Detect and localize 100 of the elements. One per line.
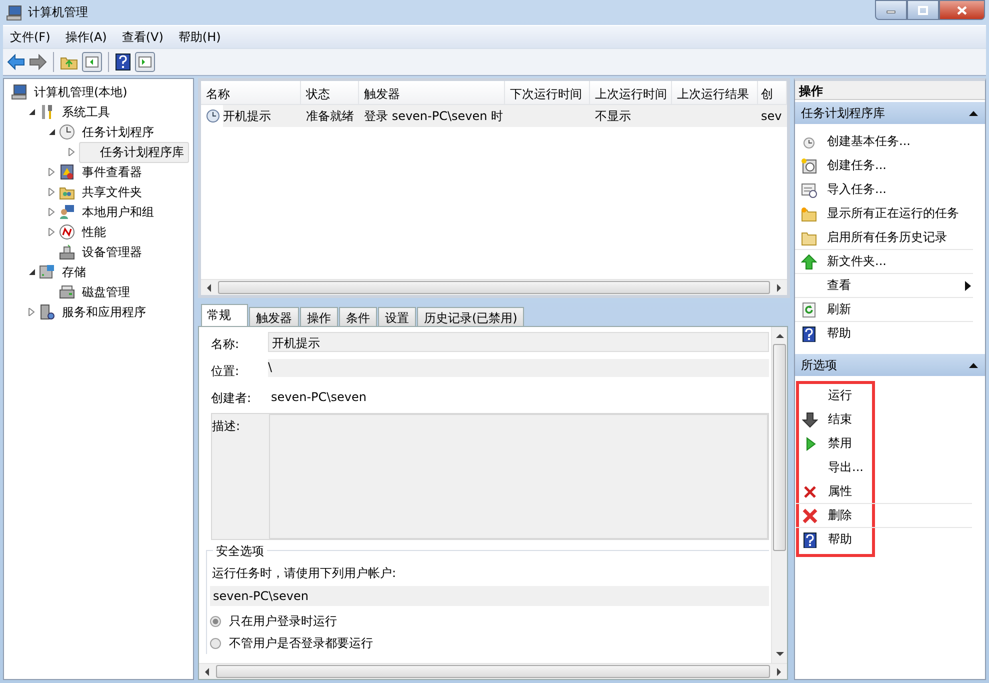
collapse-arrow-icon[interactable] xyxy=(28,268,36,276)
tree-item[interactable]: 磁盘管理 xyxy=(78,282,134,302)
close-button[interactable] xyxy=(939,0,985,20)
expand-arrow-icon[interactable] xyxy=(48,228,56,236)
tab[interactable]: 设置 xyxy=(378,307,416,326)
tools-icon xyxy=(39,104,55,120)
action-item[interactable]: 显示所有正在运行的任务 xyxy=(795,202,973,226)
horizontal-scrollbar[interactable] xyxy=(201,279,787,295)
tab[interactable]: 条件 xyxy=(339,307,377,326)
radio-button[interactable] xyxy=(210,638,221,648)
tree-item[interactable]: 系统工具 xyxy=(58,102,114,122)
tree-item[interactable]: 服务和应用程序 xyxy=(58,302,150,322)
expand-arrow-icon[interactable] xyxy=(48,208,56,216)
column-header[interactable]: 状态 xyxy=(301,81,359,104)
refresh-icon xyxy=(801,302,817,318)
field-value: seven-PC\seven xyxy=(270,389,368,404)
tree-item[interactable]: 设备管理器 xyxy=(78,242,146,262)
tree-item[interactable]: 性能 xyxy=(78,222,110,242)
column-header[interactable]: 上次运行时间 xyxy=(590,81,672,104)
scroll-right-icon xyxy=(776,284,782,292)
tree-item[interactable]: 计算机管理(本地) xyxy=(30,82,132,102)
menu-item[interactable]: 查看(V) xyxy=(114,26,170,48)
column-header[interactable]: 下次运行时间 xyxy=(505,81,590,104)
horizontal-scrollbar[interactable] xyxy=(199,663,787,679)
table-cell: 开机提示 xyxy=(223,108,271,124)
action-item[interactable]: 帮助 xyxy=(795,322,973,346)
collapse-arrow-icon[interactable] xyxy=(28,108,36,116)
action-item[interactable]: 结束 xyxy=(796,408,972,432)
menu-item[interactable]: 帮助(H) xyxy=(171,26,228,48)
action-item[interactable]: 新文件夹... xyxy=(795,250,973,274)
section-header[interactable]: 所选项 xyxy=(795,354,985,376)
action-item[interactable]: 禁用 xyxy=(796,432,972,456)
radio-button[interactable] xyxy=(210,616,221,626)
tab[interactable]: 历史记录(已禁用) xyxy=(417,307,524,326)
vertical-scrollbar[interactable] xyxy=(771,327,787,663)
tree-item[interactable]: 存储 xyxy=(58,262,90,282)
section-header[interactable]: 任务计划程序库 xyxy=(795,102,985,124)
action-item[interactable]: 启用所有任务历史记录 xyxy=(795,226,973,250)
action-item[interactable]: 刷新 xyxy=(795,298,973,322)
section-title: 所选项 xyxy=(801,356,837,374)
name-field[interactable]: 开机提示 xyxy=(268,332,769,352)
menu-item[interactable]: 文件(F) xyxy=(3,26,58,48)
folder-icon xyxy=(801,230,817,246)
account-field: seven-PC\seven xyxy=(210,586,769,606)
tab[interactable]: 触发器 xyxy=(249,307,299,326)
computer-icon xyxy=(6,4,22,20)
column-header[interactable]: 创 xyxy=(758,81,787,104)
section-title: 任务计划程序库 xyxy=(801,104,885,122)
forward-arrow-icon[interactable] xyxy=(29,54,47,70)
window-title: 计算机管理 xyxy=(28,4,88,21)
scroll-left-icon xyxy=(206,284,212,292)
minimize-button[interactable] xyxy=(875,0,907,20)
action-item[interactable]: 运行 xyxy=(796,384,972,408)
collapse-arrow-icon[interactable] xyxy=(48,128,56,136)
column-header[interactable]: 触发器 xyxy=(359,81,505,104)
show-panel-icon[interactable] xyxy=(82,52,102,72)
event-log-icon xyxy=(59,164,75,180)
users-icon xyxy=(59,204,75,220)
delete-icon xyxy=(802,484,818,500)
expand-arrow-icon[interactable] xyxy=(68,148,76,156)
column-header[interactable]: 名称 xyxy=(201,81,301,104)
back-arrow-icon[interactable] xyxy=(7,54,25,70)
clock-icon xyxy=(59,124,75,140)
action-item[interactable]: 创建任务... xyxy=(795,154,973,178)
tree-item[interactable]: 任务计划程序 xyxy=(78,122,158,142)
action-item[interactable]: 创建基本任务... xyxy=(795,130,973,154)
description-field[interactable] xyxy=(269,414,768,539)
tree-item[interactable]: 本地用户和组 xyxy=(78,202,158,222)
tree-item[interactable]: 共享文件夹 xyxy=(78,182,146,202)
help-icon xyxy=(801,326,817,342)
maximize-button[interactable] xyxy=(907,0,939,20)
table-cell: 准备就绪 xyxy=(306,108,354,124)
tab[interactable]: 常规 xyxy=(201,304,248,326)
action-item[interactable]: 属性 xyxy=(796,480,972,504)
field-label: 创建者: xyxy=(211,390,252,407)
table-cell: sev xyxy=(761,109,782,123)
collapse-icon xyxy=(969,362,978,368)
action-item[interactable]: 帮助 xyxy=(796,528,972,552)
tree-item[interactable]: 任务计划程序库 xyxy=(79,142,189,162)
tree-item[interactable]: 事件查看器 xyxy=(78,162,146,182)
clock-icon xyxy=(206,109,220,123)
down-arrow-icon xyxy=(802,412,818,428)
expand-arrow-icon[interactable] xyxy=(48,188,56,196)
menu-item[interactable]: 操作(A) xyxy=(58,26,114,48)
help-icon[interactable] xyxy=(115,53,131,71)
action-item[interactable]: 查看 xyxy=(795,274,973,298)
expand-arrow-icon[interactable] xyxy=(48,168,56,176)
performance-icon xyxy=(59,224,75,240)
actions-header: 操作 xyxy=(795,81,985,100)
action-pane-icon[interactable] xyxy=(135,52,155,72)
storage-icon xyxy=(39,264,55,280)
action-item[interactable]: 导入任务... xyxy=(795,178,973,202)
close-icon xyxy=(957,6,967,14)
expand-arrow-icon[interactable] xyxy=(28,308,36,316)
column-header[interactable]: 上次运行结果 xyxy=(672,81,758,104)
action-item[interactable]: 删除 xyxy=(796,504,972,528)
action-item[interactable]: 导出... xyxy=(796,456,972,480)
computer-icon xyxy=(11,84,27,100)
tab[interactable]: 操作 xyxy=(300,307,338,326)
field-label: 名称: xyxy=(211,336,240,353)
